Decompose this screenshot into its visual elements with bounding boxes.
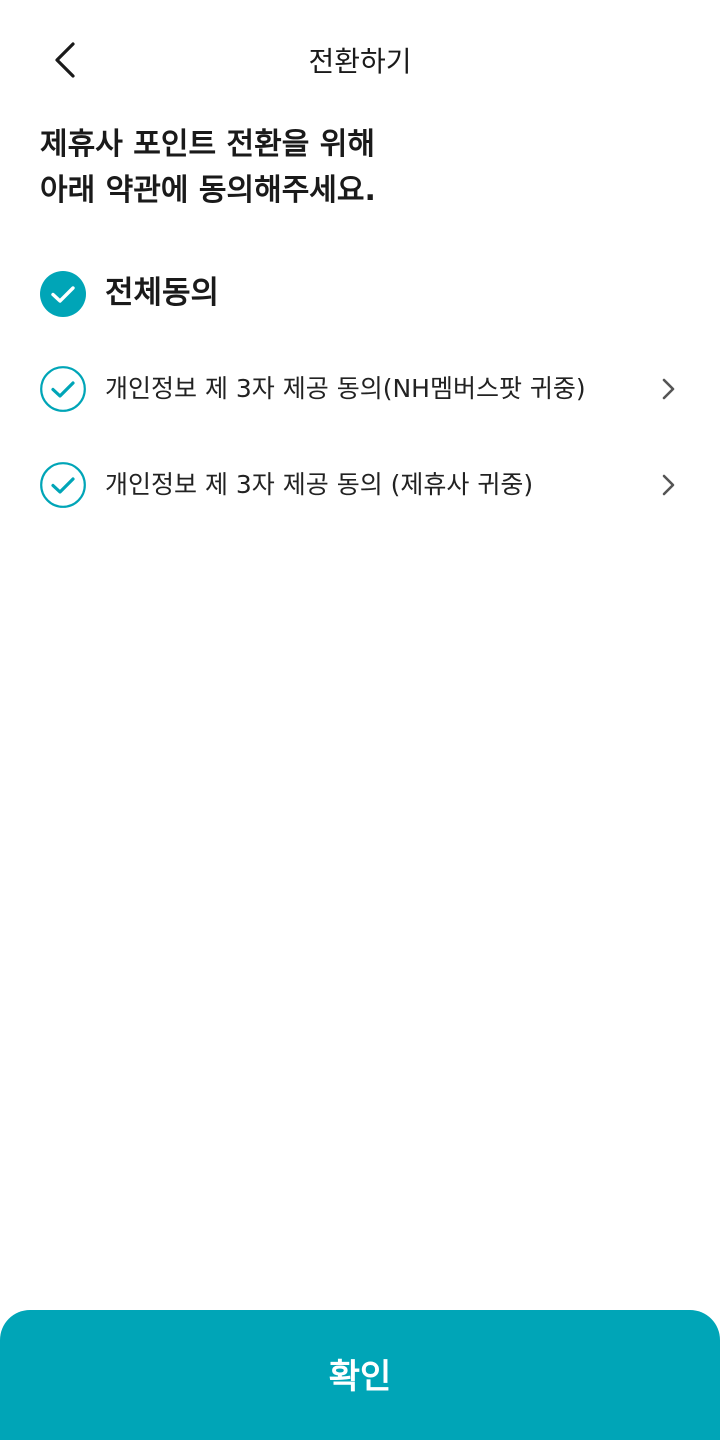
agree-all-label: 전체동의: [105, 275, 220, 311]
terms-checkbox[interactable]: [40, 462, 86, 508]
chevron-right-icon: [662, 378, 675, 400]
confirm-button[interactable]: 확인: [0, 1310, 720, 1440]
terms-item[interactable]: 개인정보 제 3자 제공 동의(NH멤버스팟 귀중): [0, 353, 720, 425]
instruction-line-1: 제휴사 포인트 전환을 위해: [40, 127, 375, 162]
chevron-right-icon: [662, 474, 675, 496]
instruction-line-2: 아래 약관에 동의해주세요.: [40, 173, 376, 208]
terms-item[interactable]: 개인정보 제 3자 제공 동의 (제휴사 귀중): [0, 449, 720, 521]
instruction-heading: 제휴사 포인트 전환을 위해 아래 약관에 동의해주세요.: [40, 122, 680, 214]
terms-label: 개인정보 제 3자 제공 동의(NH멤버스팟 귀중): [105, 374, 586, 403]
terms-checkbox[interactable]: [40, 366, 86, 412]
view-terms-button[interactable]: [656, 473, 680, 497]
view-terms-button[interactable]: [656, 377, 680, 401]
check-circle-outline-icon: [40, 462, 86, 508]
confirm-button-label: 확인: [328, 1357, 392, 1397]
agree-all-checkbox[interactable]: [40, 271, 86, 317]
check-circle-filled-icon: [40, 271, 86, 317]
app-header: 전환하기: [0, 0, 720, 124]
terms-label: 개인정보 제 3자 제공 동의 (제휴사 귀중): [105, 470, 534, 499]
agree-all-row[interactable]: 전체동의: [0, 258, 720, 330]
check-circle-outline-icon: [40, 366, 86, 412]
page-title: 전환하기: [308, 45, 412, 78]
